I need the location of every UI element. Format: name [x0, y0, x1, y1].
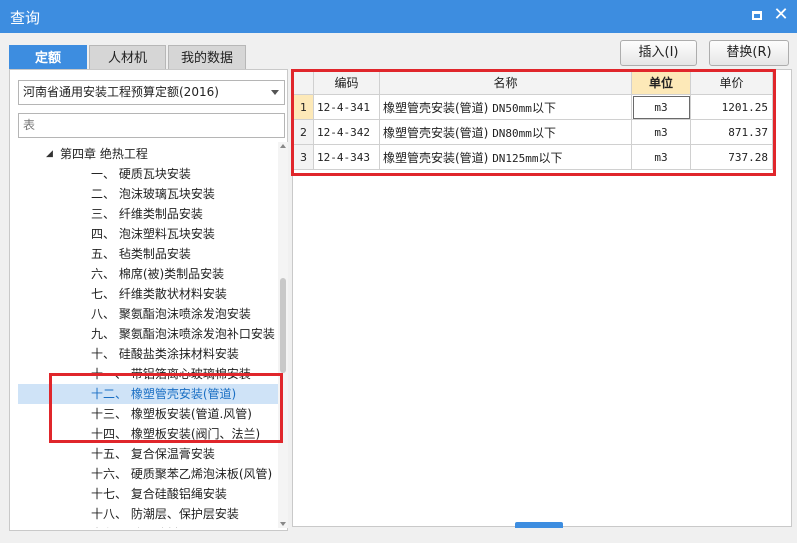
window-title: 查询: [10, 9, 41, 27]
search-input[interactable]: 表: [18, 113, 285, 138]
cell-unit[interactable]: m3: [631, 144, 691, 170]
name-spec: DN50mm: [492, 101, 532, 115]
name-text: 橡塑管壳安装(管道): [383, 100, 493, 115]
tree-item[interactable]: 十六、 硬质聚苯乙烯泡沫板(风管): [18, 464, 278, 484]
table-row[interactable]: 2 12-4-342 橡塑管壳安装(管道) DN80mm以下 m3 871.37: [293, 119, 773, 145]
cell-unit[interactable]: m3: [631, 119, 691, 145]
chapter-tree: ◢ 第四章 绝热工程 一、 硬质瓦块安装 二、 泡沫玻璃瓦块安装 三、 纤维类制品安…: [10, 142, 278, 528]
quota-library-value: 河南省通用安装工程预算定额(2016): [23, 85, 219, 99]
tree-item[interactable]: 四、 泡沫塑料瓦块安装: [18, 224, 278, 244]
tree-item[interactable]: 十九、 防火涂料: [18, 524, 278, 528]
tree-item[interactable]: 五、 毡类制品安装: [18, 244, 278, 264]
cell-name[interactable]: 橡塑管壳安装(管道) DN125mm以下: [379, 144, 632, 170]
name-text: 橡塑管壳安装(管道): [383, 150, 493, 165]
tree-item[interactable]: 二、 泡沫玻璃瓦块安装: [18, 184, 278, 204]
row-number: 1: [293, 94, 314, 120]
cell-name[interactable]: 橡塑管壳安装(管道) DN50mm以下: [379, 94, 632, 120]
quota-library-select[interactable]: 河南省通用安装工程预算定额(2016): [18, 80, 285, 105]
title-bar: 查询 ✕: [0, 0, 797, 33]
tree-item[interactable]: 十三、 橡塑板安装(管道.风管): [18, 404, 278, 424]
cell-name[interactable]: 橡塑管壳安装(管道) DN80mm以下: [379, 119, 632, 145]
cell-code[interactable]: 12-4-341: [313, 94, 380, 120]
tab-labor-material-machine[interactable]: 人材机: [89, 45, 166, 70]
tree-item[interactable]: 九、 聚氨酯泡沫喷涂发泡补口安装: [18, 324, 278, 344]
chapter-label: 第四章 绝热工程: [60, 147, 148, 161]
name-spec: DN125mm: [492, 151, 539, 165]
name-text: 橡塑管壳安装(管道): [383, 125, 493, 140]
maximize-icon[interactable]: [752, 11, 762, 20]
tree-item[interactable]: 十七、 复合硅酸铝绳安装: [18, 484, 278, 504]
tree-item[interactable]: 一、 硬质瓦块安装: [18, 164, 278, 184]
quota-grid: 编码 名称 单位 单价 1 12-4-341 橡塑管壳安装(管道) DN50mm…: [293, 70, 773, 170]
splitter-handle[interactable]: [515, 522, 563, 528]
tab-quota[interactable]: 定额: [9, 45, 87, 70]
quota-tree-panel: 河南省通用安装工程预算定额(2016) 表 ◢ 第四章 绝热工程 一、 硬质瓦块…: [9, 69, 288, 531]
scroll-down-icon[interactable]: [280, 522, 286, 526]
tree-item[interactable]: 十、 硅酸盐类涂抹材料安装: [18, 344, 278, 364]
column-header-code[interactable]: 编码: [313, 70, 380, 95]
scroll-thumb[interactable]: [280, 278, 286, 373]
name-suffix: 以下: [531, 125, 556, 140]
collapse-triangle-icon[interactable]: ◢: [46, 144, 53, 164]
tree-scrollbar[interactable]: [278, 142, 288, 528]
chevron-down-icon: [271, 90, 279, 95]
grid-header-row: 编码 名称 单位 单价: [293, 70, 773, 95]
column-header-unit[interactable]: 单位: [631, 70, 691, 95]
scroll-up-icon[interactable]: [280, 144, 286, 148]
row-number: 2: [293, 119, 314, 145]
tree-item[interactable]: 十八、 防潮层、保护层安装: [18, 504, 278, 524]
tree-item[interactable]: 十一、 带铝箔离心玻璃棉安装: [18, 364, 278, 384]
cell-price[interactable]: 737.28: [690, 144, 773, 170]
row-number: 3: [293, 144, 314, 170]
cell-code[interactable]: 12-4-342: [313, 119, 380, 145]
table-row[interactable]: 1 12-4-341 橡塑管壳安装(管道) DN50mm以下 m3 1201.2…: [293, 94, 773, 120]
tree-chapter-4[interactable]: ◢ 第四章 绝热工程: [18, 144, 278, 164]
tree-item[interactable]: 十五、 复合保温膏安装: [18, 444, 278, 464]
column-header-name[interactable]: 名称: [379, 70, 632, 95]
tree-item[interactable]: 六、 棉席(被)类制品安装: [18, 264, 278, 284]
column-header-price[interactable]: 单价: [690, 70, 773, 95]
cell-price[interactable]: 1201.25: [690, 94, 773, 120]
tree-item[interactable]: 三、 纤维类制品安装: [18, 204, 278, 224]
insert-button[interactable]: 插入(I): [620, 40, 697, 66]
cell-unit[interactable]: m3: [631, 94, 691, 120]
row-number-header: [293, 70, 314, 95]
cell-price[interactable]: 871.37: [690, 119, 773, 145]
cell-code[interactable]: 12-4-343: [313, 144, 380, 170]
table-row[interactable]: 3 12-4-343 橡塑管壳安装(管道) DN125mm以下 m3 737.2…: [293, 144, 773, 170]
replace-button[interactable]: 替换(R): [709, 40, 789, 66]
name-suffix: 以下: [538, 150, 563, 165]
tree-item[interactable]: 十四、 橡塑板安装(阀门、法兰): [18, 424, 278, 444]
close-icon[interactable]: ✕: [771, 5, 791, 25]
name-suffix: 以下: [531, 100, 556, 115]
tree-item[interactable]: 十二、 橡塑管壳安装(管道): [18, 384, 278, 404]
tree-item[interactable]: 八、 聚氨酯泡沫喷涂发泡安装: [18, 304, 278, 324]
name-spec: DN80mm: [492, 126, 532, 140]
tab-my-data[interactable]: 我的数据: [168, 45, 246, 70]
quota-grid-panel: 编码 名称 单位 单价 1 12-4-341 橡塑管壳安装(管道) DN50mm…: [292, 69, 792, 527]
tree-item[interactable]: 七、 纤维类散状材料安装: [18, 284, 278, 304]
